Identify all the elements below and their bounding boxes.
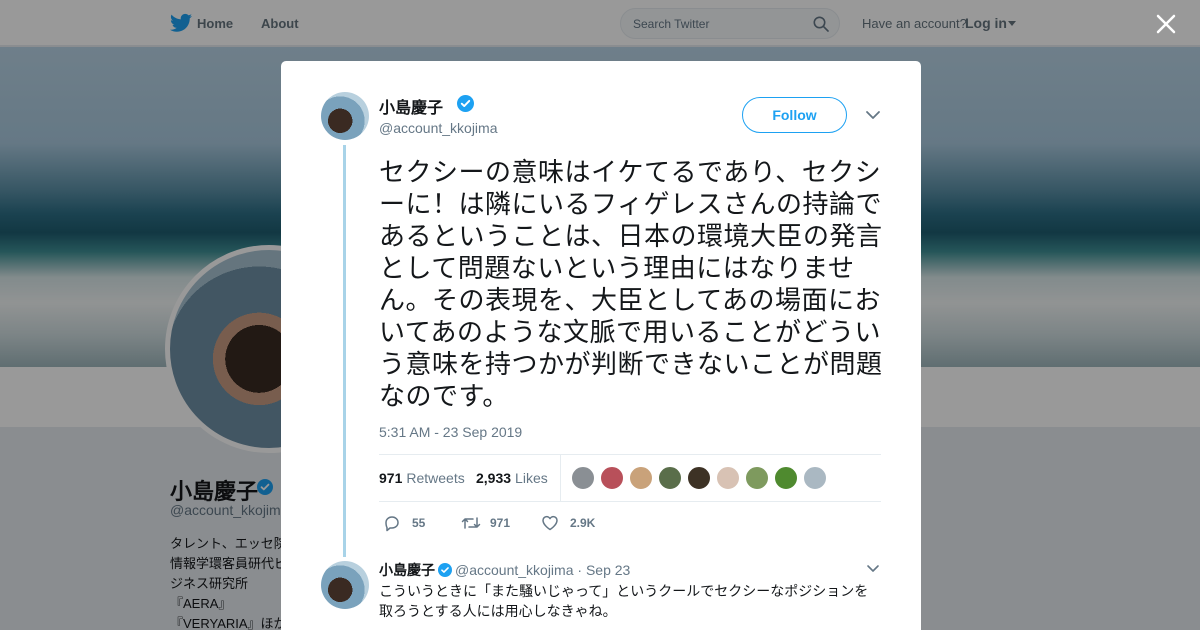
reply-text: こういうときに「また騒いじゃって」というクールでセクシーなポジションを取ろうとす… — [379, 583, 869, 619]
likes-stat[interactable]: 2,933 Likes — [476, 470, 548, 486]
follow-button[interactable]: Follow — [742, 97, 847, 133]
reply-author-name[interactable]: 小島慶子 — [379, 562, 435, 578]
reply-author-handle[interactable]: @account_kkojima — [455, 562, 574, 578]
close-icon[interactable] — [1154, 12, 1178, 36]
likes-label: Likes — [515, 470, 548, 486]
tweet-stats: 971 Retweets 2,933 Likes — [379, 454, 881, 502]
author-handle[interactable]: @account_kkojima — [379, 120, 498, 136]
retweet-count: 971 — [490, 516, 511, 530]
verified-badge-icon — [438, 563, 452, 577]
retweets-stat[interactable]: 971 Retweets — [379, 470, 465, 486]
liker-avatar[interactable] — [629, 466, 653, 490]
likes-count: 2,933 — [476, 470, 512, 486]
liker-avatar[interactable] — [687, 466, 711, 490]
chevron-down-icon[interactable] — [866, 564, 880, 574]
retweets-count: 971 — [379, 470, 403, 486]
reply-icon — [385, 516, 399, 532]
liker-avatar[interactable] — [600, 466, 624, 490]
thread-connector-line — [343, 145, 346, 557]
reply-header: 小島慶子 @account_kkojima · Sep 23 — [379, 562, 631, 578]
retweet-icon — [461, 517, 481, 529]
tweet-timestamp[interactable]: 5:31 AM - 23 Sep 2019 — [379, 424, 522, 440]
author-name[interactable]: 小島慶子 — [379, 94, 443, 118]
reply-author-avatar[interactable] — [321, 561, 369, 609]
reply-date[interactable]: Sep 23 — [586, 562, 630, 578]
author-avatar[interactable] — [321, 92, 369, 140]
verified-badge-icon — [457, 95, 474, 112]
liker-avatar[interactable] — [774, 466, 798, 490]
tweet-modal: 小島慶子 @account_kkojima Follow セクシーの意味はイケて… — [281, 61, 921, 630]
liker-avatar[interactable] — [658, 466, 682, 490]
liker-avatar[interactable] — [716, 466, 740, 490]
liker-avatar[interactable] — [803, 466, 827, 490]
heart-icon — [542, 515, 558, 531]
retweets-label: Retweets — [406, 470, 465, 486]
liker-avatar[interactable] — [745, 466, 769, 490]
like-count: 2.9K — [570, 516, 596, 530]
liker-avatar[interactable] — [571, 466, 595, 490]
reply-count: 55 — [412, 516, 426, 530]
stats-divider — [560, 455, 561, 501]
tweet-text: セクシーの意味はイケてるであり、セクシーに！は隣にいるフィゲレスさんの持論である… — [379, 157, 883, 411]
chevron-down-icon[interactable] — [865, 109, 881, 121]
